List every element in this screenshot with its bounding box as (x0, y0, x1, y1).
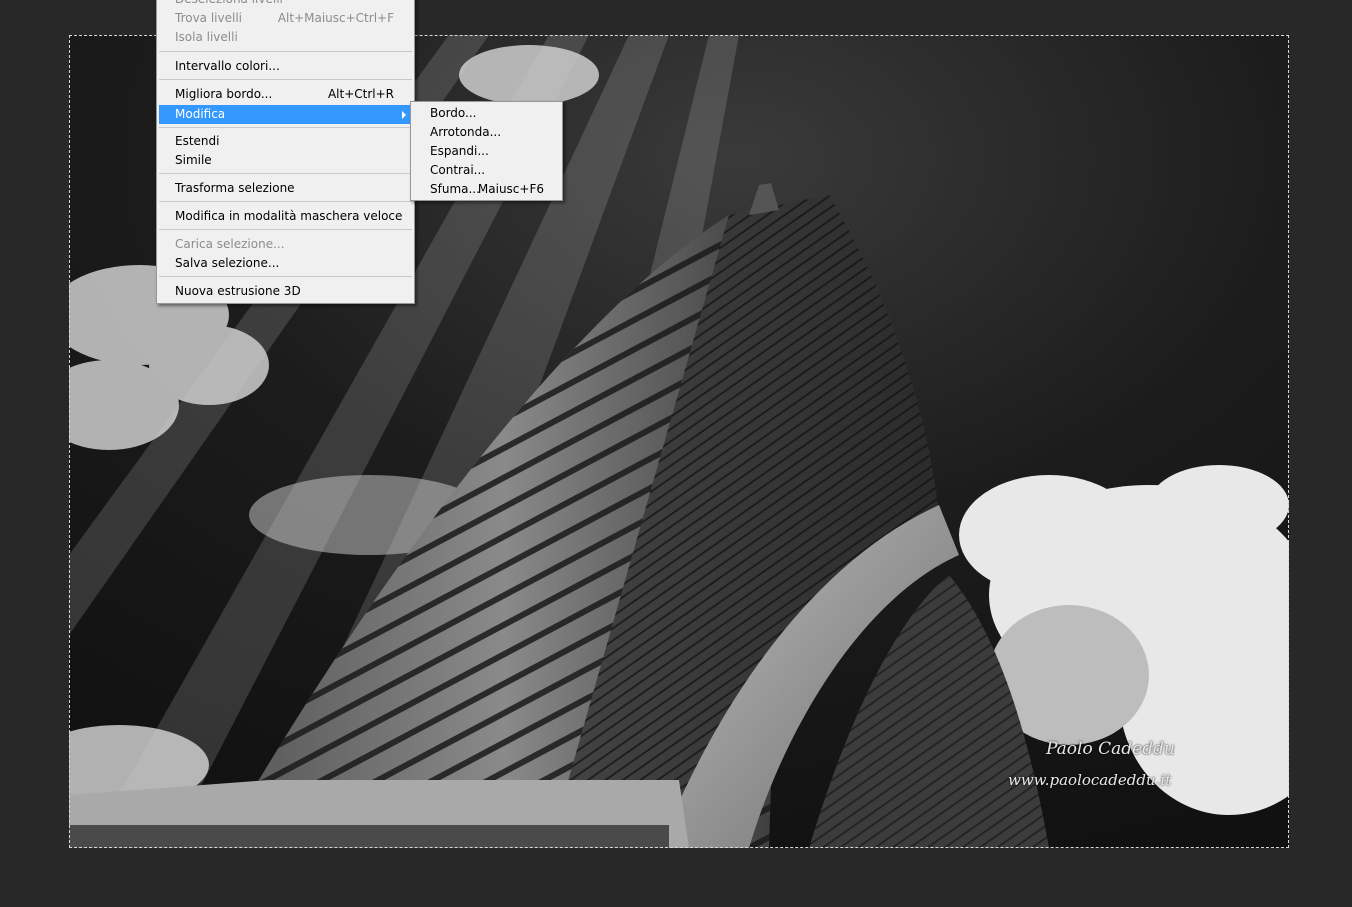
menu-item-modifica[interactable]: Modifica (159, 105, 412, 124)
submenu-item-arrotonda[interactable]: Arrotonda... (413, 123, 560, 142)
menu-item-label: Intervallo colori... (175, 59, 280, 73)
menu-separator (159, 79, 412, 80)
menu-item-label: Modifica (175, 107, 226, 121)
menu-separator (159, 276, 412, 277)
menu-item-label: Salva selezione... (175, 256, 280, 270)
menu-separator (159, 229, 412, 230)
photoshop-workspace: Paolo Cadeddu www.paolocadeddu.it Desele… (0, 0, 1352, 907)
menu-item-salva-selezione[interactable]: Salva selezione... (159, 254, 412, 273)
menu-separator (159, 127, 412, 128)
menu-separator (159, 201, 412, 202)
submenu-item-bordo[interactable]: Bordo... (413, 104, 560, 123)
submenu-item-sfuma[interactable]: Sfuma... Maiusc+F6 (413, 180, 560, 199)
menu-item-label: Sfuma... (430, 182, 480, 196)
menu-item-simile[interactable]: Simile (159, 151, 412, 170)
modify-submenu: Bordo... Arrotonda... Espandi... Contrai… (410, 101, 563, 201)
menu-item-label: Isola livelli (175, 30, 238, 44)
menu-item-shortcut: Maiusc+F6 (477, 182, 544, 196)
menu-item-shortcut: Alt+Maiusc+Ctrl+F (277, 11, 394, 25)
menu-item-nuova-estrusione-3d[interactable]: Nuova estrusione 3D (159, 282, 412, 301)
menu-item-deseleziona-livelli[interactable]: Deseleziona livelli (159, 0, 412, 9)
submenu-item-contrai[interactable]: Contrai... (413, 161, 560, 180)
menu-item-label: Carica selezione... (175, 237, 285, 251)
menu-item-trova-livelli[interactable]: Trova livelli Alt+Maiusc+Ctrl+F (159, 9, 412, 28)
menu-item-label: Migliora bordo... (175, 87, 273, 101)
menu-item-label: Estendi (175, 134, 220, 148)
menu-item-isola-livelli[interactable]: Isola livelli (159, 28, 412, 47)
menu-item-label: Espandi... (430, 144, 489, 158)
menu-item-label: Trova livelli (175, 11, 243, 25)
menu-item-label: Arrotonda... (430, 125, 502, 139)
watermark-site: www.paolocadeddu.it (1008, 771, 1172, 789)
menu-item-label: Simile (175, 153, 212, 167)
menu-separator (159, 51, 412, 52)
menu-item-estendi[interactable]: Estendi (159, 132, 412, 151)
menu-item-label: Trasforma selezione (175, 181, 295, 195)
menu-item-label: Deseleziona livelli (175, 0, 283, 9)
menu-item-label: Contrai... (430, 163, 486, 177)
menu-item-label: Modifica in modalità maschera veloce (175, 209, 403, 223)
menu-item-trasforma-selezione[interactable]: Trasforma selezione (159, 179, 412, 198)
submenu-item-espandi[interactable]: Espandi... (413, 142, 560, 161)
menu-item-shortcut: Alt+Ctrl+R (327, 87, 394, 101)
menu-item-migliora-bordo[interactable]: Migliora bordo... Alt+Ctrl+R (159, 85, 412, 104)
menu-item-carica-selezione[interactable]: Carica selezione... (159, 235, 412, 254)
menu-item-intervallo-colori[interactable]: Intervallo colori... (159, 57, 412, 76)
menu-separator (159, 173, 412, 174)
menu-item-label: Nuova estrusione 3D (175, 284, 301, 298)
menu-item-label: Bordo... (430, 106, 477, 120)
menu-item-maschera-veloce[interactable]: Modifica in modalità maschera veloce (159, 207, 412, 226)
watermark-name: Paolo Cadeddu (1046, 739, 1175, 759)
submenu-arrow-icon (402, 111, 406, 119)
select-menu: Deseleziona livelli Trova livelli Alt+Ma… (156, 0, 415, 304)
